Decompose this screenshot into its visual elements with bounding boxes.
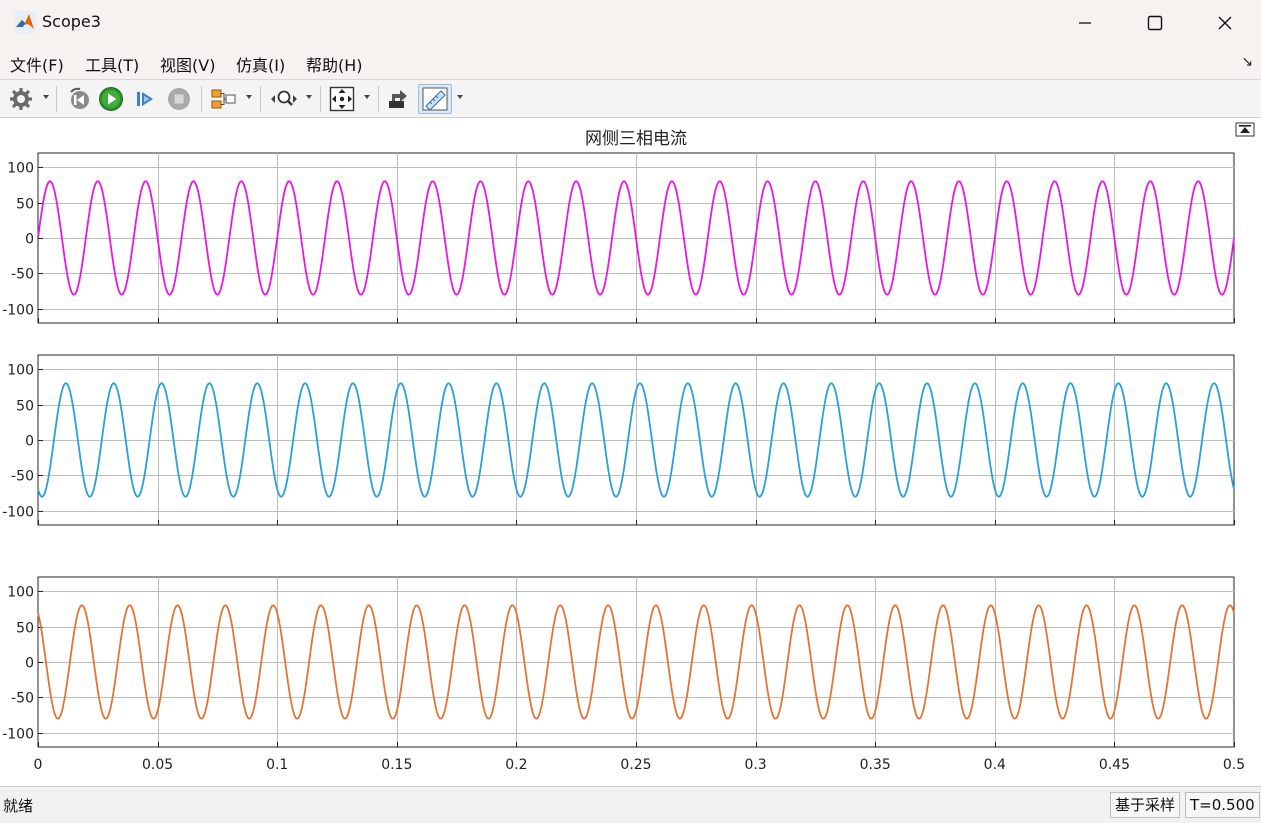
x-tick-label: 0.5 [1223,757,1245,773]
y-tick-label: 50 [16,399,34,415]
minimize-button[interactable] [1050,0,1120,45]
autoscale-dropdown-icon[interactable] [364,95,370,99]
run-icon [99,87,123,111]
sample-mode-indicator: 基于采样 [1110,792,1181,818]
y-tick-label: 50 [16,197,34,213]
y-tick-label: -50 [11,267,34,283]
signal-selector-dropdown-icon[interactable] [246,95,252,99]
settings-button[interactable] [8,84,34,114]
simulation-time-indicator: T=0.500 [1185,792,1260,818]
status-bar: 就绪 基于采样 T=0.500 [0,786,1261,823]
measurements-dropdown-icon[interactable] [457,95,463,99]
menu-file[interactable]: 文件(F) [10,52,64,76]
y-tick-label: -100 [2,727,34,743]
close-icon [1218,16,1232,29]
scope-display: 网侧三相电流 100 50 0 -50 -100 100 50 0 -50 -100 100 50 0-… [0,118,1261,786]
x-tick-label: 0.2 [505,757,527,773]
y-tick-label: 50 [16,621,34,637]
toolbar [0,80,1261,118]
signal-selector-button[interactable] [209,84,239,114]
step-back-button[interactable] [66,84,92,114]
close-button[interactable] [1190,0,1260,45]
autoscale-icon [329,86,355,112]
y-tick-label: 100 [7,161,34,177]
x-tick-label: 0.35 [860,757,891,773]
menu-simulation[interactable]: 仿真(I) [236,52,285,76]
x-tick-label: 0.45 [1099,757,1130,773]
stop-icon [168,88,190,110]
toolbar-separator [56,86,57,112]
zoom-icon [271,90,297,106]
step-back-icon [70,87,89,109]
expand-toolbar-icon[interactable]: ↘ [1241,54,1253,70]
undock-bar-icon [1239,125,1251,127]
menu-tools[interactable]: 工具(T) [85,52,139,76]
x-tick-label: 0.05 [142,757,173,773]
window-title: Scope3 [42,12,101,31]
stop-button[interactable] [166,84,192,114]
style-button[interactable] [385,84,411,114]
y-tick-label: 0 [25,232,34,248]
maximize-icon [1147,15,1163,30]
x-tick-label: 0.15 [381,757,412,773]
measurements-icon [422,87,448,111]
style-icon [389,90,407,108]
zoom-button[interactable] [268,84,300,114]
run-button[interactable] [98,84,124,114]
legend-toggle-button[interactable] [1235,122,1255,137]
step-forward-icon [137,92,153,106]
signal-selector-icon [211,89,236,109]
gear-icon [10,88,32,110]
y-tick-label: 100 [7,363,34,379]
minimize-icon [1079,21,1091,24]
x-tick-label: 0 [34,757,43,773]
y-tick-label: -50 [11,469,34,485]
x-tick-label: 0.25 [620,757,651,773]
y-tick-label: 0 [25,434,34,450]
scope-plots: 网侧三相电流 100500-50-100100500-50-100100500-… [2,122,1255,773]
x-tick-label: 0.3 [744,757,766,773]
measurements-button[interactable] [418,84,452,114]
step-forward-button[interactable] [132,84,158,114]
y-tick-label: 100 [7,585,34,601]
y-tick-label: -50 [11,691,34,707]
matlab-icon [14,11,36,33]
maximize-button[interactable] [1120,0,1190,45]
toolbar-separator [201,86,202,112]
settings-dropdown-icon[interactable] [43,95,49,99]
x-tick-label: 0.4 [984,757,1006,773]
y-tick-label: 0 [25,656,34,672]
x-tick-label: 0.1 [266,757,288,773]
menu-help[interactable]: 帮助(H) [306,52,363,76]
toolbar-separator [378,86,379,112]
chart-title: 网侧三相电流 [585,129,687,149]
autoscale-button[interactable] [328,84,356,114]
y-tick-label: -100 [2,505,34,521]
toolbar-separator [260,86,261,112]
status-text: 就绪 [3,797,34,815]
y-tick-label: -100 [2,303,34,319]
zoom-dropdown-icon[interactable] [306,95,312,99]
toolbar-separator [320,86,321,112]
title-bar: Scope3 [0,0,1261,46]
menu-view[interactable]: 视图(V) [160,52,215,76]
menu-bar: 文件(F) 工具(T) 视图(V) 仿真(I) 帮助(H) ↘ [0,45,1261,80]
